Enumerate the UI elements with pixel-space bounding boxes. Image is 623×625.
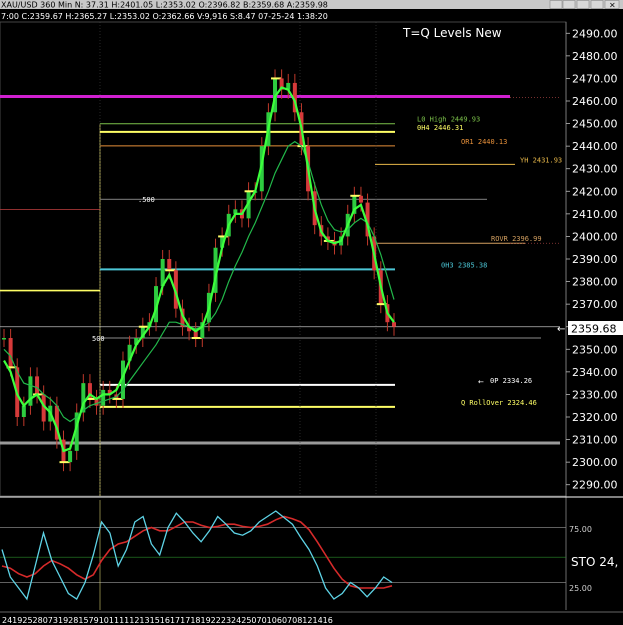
clock-icon[interactable] — [562, 0, 576, 9]
level-label: YH 2431.93 — [520, 156, 562, 164]
stochastic-panel[interactable] — [0, 500, 566, 610]
level-label: Q RollOver 2324.46 — [461, 399, 537, 407]
price-tick-label: 2480.00 — [572, 50, 618, 63]
study-title: T=Q Levels New — [402, 26, 502, 40]
price-tick-label: 2320.00 — [572, 411, 618, 424]
price-arrow-icon: ← — [557, 324, 565, 335]
quote-line: XAU/USD 360 Min N: 37.31 H:2401.05 L:235… — [1, 1, 328, 10]
price-tick-label: 2400.00 — [572, 230, 618, 243]
price-tick-label: 2380.00 — [572, 276, 618, 289]
fib-label: 500 — [92, 335, 105, 343]
price-tick-label: 2450.00 — [572, 118, 618, 131]
price-tick-label: 2330.00 — [572, 388, 618, 401]
candle-body — [167, 259, 172, 271]
price-tick-label: 2430.00 — [572, 163, 618, 176]
price-tick-label: 2340.00 — [572, 366, 618, 379]
sub-line: 7:00 C:2359.67 H:2365.27 L:2353.02 O:236… — [1, 12, 328, 21]
scroll-icon[interactable] — [549, 0, 563, 9]
candle-body — [2, 338, 6, 340]
last-price-label: 2359.68 — [571, 323, 617, 336]
window-controls: × — [549, 0, 620, 10]
fib-label: .500 — [138, 196, 155, 204]
candle-body — [358, 195, 363, 203]
osc-level-75: 75.00 — [569, 525, 592, 534]
close-glyph: × — [609, 1, 616, 10]
candle-body — [392, 322, 396, 327]
price-tick-label: 2390.00 — [572, 253, 618, 266]
osc-name: STO 24, — [571, 555, 618, 569]
price-tick-label: 2350.00 — [572, 343, 618, 356]
level-arrow-icon: ← — [478, 378, 484, 386]
price-tick-label: 2300.00 — [572, 456, 618, 469]
price-tick-label: 2460.00 — [572, 95, 618, 108]
price-tick-label: 2370.00 — [572, 298, 618, 311]
price-tick-label: 2290.00 — [572, 479, 618, 492]
price-tick-label: 2440.00 — [572, 140, 618, 153]
price-panel[interactable] — [0, 21, 567, 497]
price-tick-label: 2420.00 — [572, 185, 618, 198]
price-tick-label: 2410.00 — [572, 208, 618, 221]
time-axis: 2419252807319281579101111121315161717181… — [2, 616, 333, 625]
candle-body — [8, 338, 13, 368]
price-tick-label: 2470.00 — [572, 72, 618, 85]
level-lines: L0 High 2449.930H4 2446.31 OR1 2440.13 YH … — [0, 22, 562, 496]
slow-moving-average — [3, 140, 395, 423]
restore-icon[interactable] — [576, 0, 590, 9]
level-label: ROVR 2396.99 — [491, 235, 542, 243]
level-label: 0P 2334.26 — [490, 377, 532, 385]
level-label: OR1 2440.13 — [461, 138, 507, 146]
candle-body — [21, 405, 26, 417]
level-label: L0 High 2449.93 — [417, 116, 480, 124]
level-label: 0H4 2446.31 — [417, 124, 463, 132]
maximize-icon[interactable] — [590, 0, 604, 9]
price-axis: 2290.00 2300.00 2310.00 2320.00 2330.00 2340.… — [566, 27, 618, 492]
level-label: 0H3 2385.38 — [441, 261, 487, 269]
time-tick-labels: 2419252807319281579101111121315161717181… — [2, 616, 333, 625]
candle-body — [35, 376, 40, 395]
candle-body — [68, 450, 73, 463]
chart-window: XAU/USD 360 Min N: 37.31 H:2401.05 L:235… — [0, 0, 623, 625]
price-tick-label: 2310.00 — [572, 434, 618, 447]
last-price-marker: 2359.68 ← — [557, 321, 623, 336]
osc-level-25: 25.00 — [569, 584, 592, 593]
candle-body — [101, 389, 106, 406]
price-tick-label: 2490.00 — [572, 27, 618, 40]
